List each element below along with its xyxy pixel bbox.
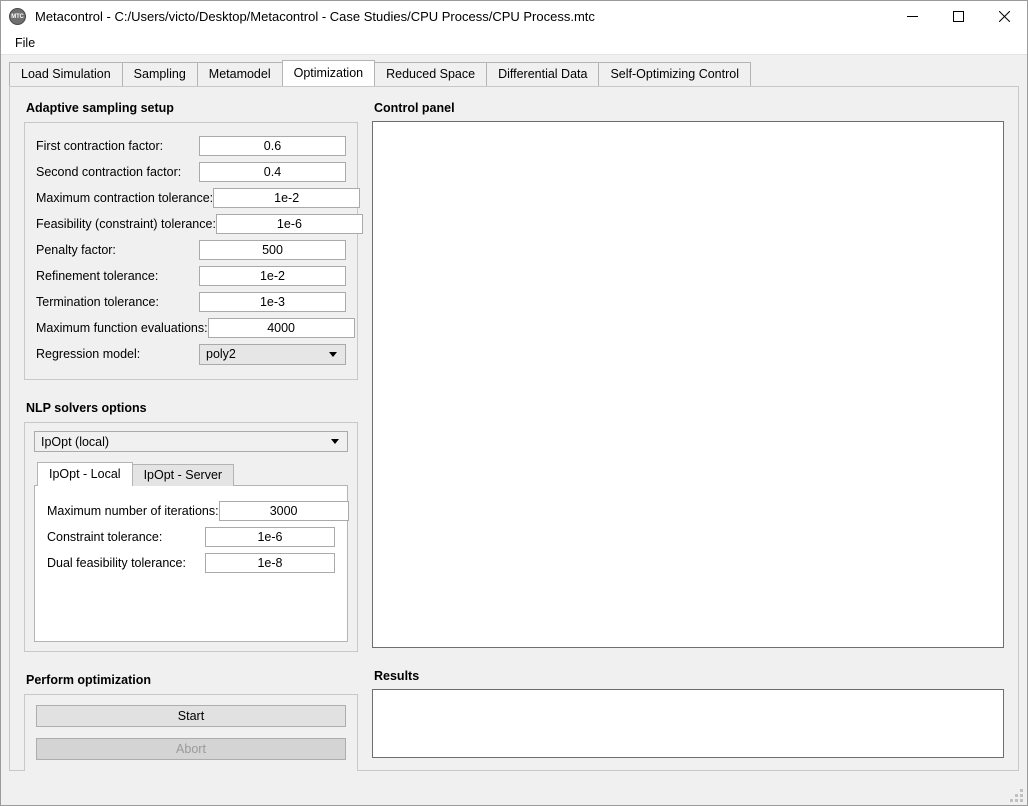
perform-optimization-title: Perform optimization [26, 673, 152, 687]
field-row-maximum-contraction-tolerance: Maximum contraction tolerance: 1e-2 [36, 185, 361, 211]
label-first-contraction-factor: First contraction factor: [36, 139, 164, 153]
main-tab-bar: Load Simulation Sampling Metamodel Optim… [1, 55, 1027, 86]
input-maximum-iterations[interactable]: 3000 [218, 501, 349, 521]
input-constraint-tolerance[interactable]: 1e-6 [205, 527, 335, 547]
tab-load-simulation[interactable]: Load Simulation [9, 62, 123, 86]
field-row-second-contraction-factor: Second contraction factor: 0.4 [36, 159, 346, 185]
label-maximum-contraction-tolerance: Maximum contraction tolerance: [36, 191, 214, 205]
menu-bar: File [1, 32, 1027, 55]
field-row-dual-feasibility-tolerance: Dual feasibility tolerance: 1e-8 [47, 550, 335, 576]
field-row-maximum-iterations: Maximum number of iterations: 3000 [47, 498, 349, 524]
control-panel-title: Control panel [374, 101, 455, 115]
menu-item-file[interactable]: File [9, 33, 41, 53]
chevron-down-icon [331, 439, 339, 444]
input-penalty-factor[interactable]: 500 [199, 240, 346, 260]
field-row-refinement-tolerance: Refinement tolerance: 1e-2 [36, 263, 346, 289]
label-constraint-tolerance: Constraint tolerance: [47, 530, 163, 544]
app-logo-icon: MTC [9, 8, 26, 25]
input-first-contraction-factor[interactable]: 0.6 [199, 136, 346, 156]
nlp-solvers-group: IpOpt (local) IpOpt - Local IpOpt - Serv… [24, 422, 358, 652]
input-maximum-function-evaluations[interactable]: 4000 [207, 318, 355, 338]
select-regression-model[interactable]: poly2 [199, 343, 346, 365]
label-second-contraction-factor: Second contraction factor: [36, 165, 182, 179]
title-bar: MTC Metacontrol - C:/Users/victo/Desktop… [1, 1, 1027, 32]
field-row-maximum-function-evaluations: Maximum function evaluations: 4000 [36, 315, 355, 341]
field-row-regression-model: Regression model: poly2 [36, 341, 346, 367]
application-window: MTC Metacontrol - C:/Users/victo/Desktop… [0, 0, 1028, 806]
maximize-icon[interactable] [935, 1, 981, 32]
left-column: Adaptive sampling setup First contractio… [24, 101, 363, 773]
results-output[interactable] [372, 689, 1004, 758]
window-title: Metacontrol - C:/Users/victo/Desktop/Met… [35, 9, 595, 24]
resize-grip-icon[interactable] [1010, 789, 1023, 802]
field-row-constraint-tolerance: Constraint tolerance: 1e-6 [47, 524, 335, 550]
tab-content-optimization: Adaptive sampling setup First contractio… [1, 86, 1027, 773]
field-row-first-contraction-factor: First contraction factor: 0.6 [36, 133, 346, 159]
label-regression-model: Regression model: [36, 347, 141, 361]
field-row-termination-tolerance: Termination tolerance: 1e-3 [36, 289, 346, 315]
adaptive-sampling-title: Adaptive sampling setup [26, 101, 174, 115]
abort-button: Abort [36, 738, 346, 760]
input-maximum-contraction-tolerance[interactable]: 1e-2 [213, 188, 361, 208]
input-refinement-tolerance[interactable]: 1e-2 [199, 266, 346, 286]
field-row-penalty-factor: Penalty factor: 500 [36, 237, 346, 263]
input-termination-tolerance[interactable]: 1e-3 [199, 292, 346, 312]
optimization-pane: Adaptive sampling setup First contractio… [9, 86, 1019, 773]
ipopt-tab-bar: IpOpt - Local IpOpt - Server [34, 462, 348, 486]
select-regression-model-value: poly2 [206, 347, 236, 361]
select-nlp-solver[interactable]: IpOpt (local) [34, 431, 348, 452]
tab-reduced-space[interactable]: Reduced Space [374, 62, 488, 86]
tab-ipopt-server[interactable]: IpOpt - Server [131, 464, 235, 486]
adaptive-sampling-fields: First contraction factor: 0.6 Second con… [25, 123, 363, 379]
select-nlp-solver-value: IpOpt (local) [41, 434, 110, 449]
right-column: Control panel Results [372, 101, 1004, 758]
close-icon[interactable] [981, 1, 1027, 32]
field-row-feasibility-tolerance: Feasibility (constraint) tolerance: 1e-6 [36, 211, 363, 237]
label-dual-feasibility-tolerance: Dual feasibility tolerance: [47, 556, 186, 570]
tab-ipopt-local[interactable]: IpOpt - Local [37, 462, 133, 486]
adaptive-sampling-group: First contraction factor: 0.6 Second con… [24, 122, 363, 380]
tab-differential-data[interactable]: Differential Data [486, 62, 600, 86]
tab-optimization[interactable]: Optimization [281, 60, 376, 86]
chevron-down-icon [329, 351, 337, 357]
tab-self-optimizing-control[interactable]: Self-Optimizing Control [598, 62, 751, 86]
label-maximum-iterations: Maximum number of iterations: [47, 504, 219, 518]
label-refinement-tolerance: Refinement tolerance: [36, 269, 159, 283]
nlp-solvers-title: NLP solvers options [26, 401, 147, 415]
tab-sampling[interactable]: Sampling [121, 62, 198, 86]
label-termination-tolerance: Termination tolerance: [36, 295, 159, 309]
tab-metamodel[interactable]: Metamodel [196, 62, 283, 86]
start-button[interactable]: Start [36, 705, 346, 727]
app-logo-text: MTC [11, 13, 24, 20]
minimize-icon[interactable] [889, 1, 935, 32]
label-maximum-function-evaluations: Maximum function evaluations: [36, 321, 208, 335]
label-penalty-factor: Penalty factor: [36, 243, 116, 257]
input-feasibility-tolerance[interactable]: 1e-6 [215, 214, 363, 234]
perform-optimization-group: Start Abort [24, 694, 358, 773]
control-panel-output[interactable] [372, 121, 1004, 648]
results-title: Results [374, 669, 420, 683]
label-feasibility-tolerance: Feasibility (constraint) tolerance: [36, 217, 216, 231]
input-dual-feasibility-tolerance[interactable]: 1e-8 [205, 553, 335, 573]
input-second-contraction-factor[interactable]: 0.4 [199, 162, 346, 182]
window-controls [889, 1, 1027, 32]
ipopt-local-pane: Maximum number of iterations: 3000 Const… [34, 485, 349, 642]
status-bar [1, 771, 1027, 805]
